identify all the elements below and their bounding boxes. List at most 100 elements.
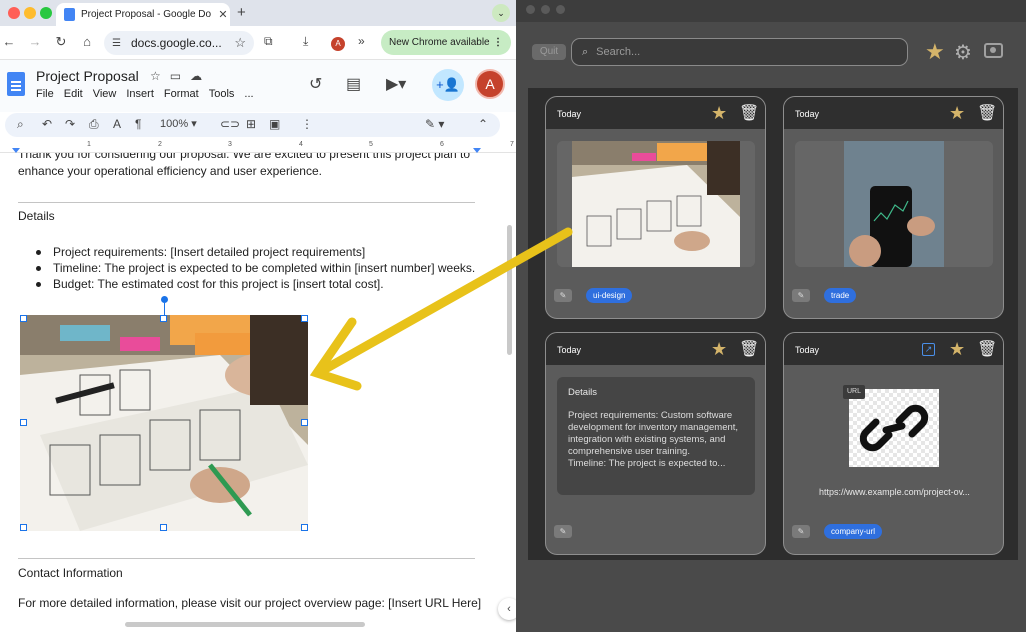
docs-logo-icon[interactable] — [7, 72, 25, 96]
horizontal-scrollbar[interactable] — [125, 622, 365, 627]
resize-handle[interactable] — [20, 524, 27, 531]
meet-icon[interactable]: ▶▾ — [386, 74, 406, 94]
insert-link-icon[interactable]: ⊂⊃ — [220, 117, 240, 131]
clip-card[interactable]: Today ★ 🗑 ✎ trade — [783, 96, 1004, 319]
favorites-star-icon[interactable]: ★ — [925, 39, 945, 65]
menu-view[interactable]: View — [93, 88, 117, 100]
edit-icon[interactable]: ✎ — [554, 289, 572, 302]
text-preview[interactable]: Details Project requirements: Custom sof… — [557, 377, 755, 495]
comments-icon[interactable]: ▤ — [346, 74, 361, 94]
edit-icon[interactable]: ✎ — [792, 289, 810, 302]
zoom-window-button[interactable] — [40, 7, 52, 19]
document-body[interactable]: Thank you for considering our proposal. … — [0, 153, 506, 623]
edit-icon[interactable]: ✎ — [554, 525, 572, 538]
menu-file[interactable]: File — [36, 88, 54, 100]
bullet-text: Budget: The estimated cost for this proj… — [53, 277, 384, 291]
move-folder-icon[interactable]: ▭ — [170, 69, 190, 83]
url-preview[interactable] — [849, 389, 939, 467]
resize-handle[interactable] — [301, 524, 308, 531]
menu-tools[interactable]: Tools — [209, 88, 235, 100]
undo-icon[interactable]: ↶ — [42, 117, 52, 131]
address-bar[interactable]: ☰ docs.google.co... ☆ — [104, 31, 254, 55]
collapse-panel-icon[interactable]: ‹ — [498, 598, 516, 620]
search-menus-icon[interactable]: ⌕ — [17, 117, 24, 132]
redo-icon[interactable]: ↷ — [65, 117, 75, 131]
trash-icon[interactable]: 🗑 — [977, 339, 997, 359]
close-window-button[interactable] — [8, 7, 20, 19]
home-icon[interactable]: ⌂ — [78, 34, 96, 49]
back-icon[interactable]: ← — [0, 34, 18, 49]
downloads-icon[interactable]: ⤓ — [303, 34, 308, 49]
resize-handle[interactable] — [160, 524, 167, 531]
version-history-icon[interactable]: ↺ — [309, 74, 322, 94]
add-person-icon: +👤 — [436, 77, 460, 92]
hide-menus-icon[interactable]: ⌃ — [478, 117, 488, 131]
vertical-scrollbar[interactable] — [507, 225, 512, 355]
close-tab-icon[interactable]: ✕ — [216, 8, 230, 21]
search-placeholder: Search... — [596, 46, 641, 58]
gear-icon[interactable]: ⚙ — [954, 40, 972, 65]
cloud-status-icon[interactable]: ☁ — [190, 69, 211, 83]
clip-card[interactable]: Today ↗ ★ 🗑 URL https://www.example.com/… — [783, 332, 1004, 555]
open-link-icon[interactable]: ↗ — [922, 343, 935, 356]
paint-format-icon[interactable]: ¶ — [135, 117, 141, 131]
quit-button[interactable]: Quit — [532, 44, 566, 60]
more-options-icon[interactable]: ⋮ — [301, 117, 313, 131]
resize-handle[interactable] — [20, 419, 27, 426]
extensions-icon[interactable]: ⧉ — [264, 34, 273, 49]
minimize-window-button[interactable] — [541, 5, 550, 14]
editing-mode-icon[interactable]: ✎ ▾ — [425, 117, 444, 131]
trash-icon[interactable]: 🗑 — [739, 339, 759, 359]
menu-more[interactable]: ... — [244, 88, 253, 100]
new-tab-button[interactable]: + — [237, 4, 246, 21]
more-extensions-icon[interactable]: » — [358, 34, 365, 48]
star-icon[interactable]: ★ — [949, 339, 965, 360]
site-settings-icon[interactable]: ☰ — [112, 38, 121, 49]
insert-image-icon[interactable]: ▣ — [269, 117, 280, 131]
screenshot-icon[interactable] — [984, 43, 1003, 58]
reload-icon[interactable]: ↻ — [52, 34, 70, 50]
trash-icon[interactable]: 🗑 — [977, 103, 997, 123]
star-icon[interactable]: ☆ — [150, 69, 170, 83]
share-button[interactable]: +👤 — [432, 69, 464, 101]
star-icon[interactable]: ★ — [711, 339, 727, 360]
contact-heading: Contact Information — [18, 566, 123, 580]
clip-card[interactable]: Today ★ 🗑 ✎ ui-design — [545, 96, 766, 319]
tag-chip[interactable]: company-url — [824, 524, 883, 539]
resize-handle[interactable] — [20, 315, 27, 322]
star-icon[interactable]: ★ — [711, 103, 727, 124]
resize-handle[interactable] — [301, 315, 308, 322]
menu-insert[interactable]: Insert — [126, 88, 154, 100]
search-field[interactable]: ⌕ Search... — [571, 38, 908, 66]
rotate-handle[interactable] — [161, 296, 168, 303]
star-icon[interactable]: ★ — [949, 103, 965, 124]
trash-icon[interactable]: 🗑 — [739, 103, 759, 123]
zoom-select[interactable]: 100% ▾ — [160, 117, 197, 130]
add-comment-icon[interactable]: ⊞ — [246, 117, 256, 131]
spellcheck-icon[interactable]: A — [113, 117, 121, 131]
tab-search-button[interactable]: ⌄ — [492, 4, 510, 22]
menu-format[interactable]: Format — [164, 88, 199, 100]
browser-tab[interactable]: Project Proposal - Google Do ✕ — [56, 3, 230, 26]
account-avatar[interactable]: A — [475, 69, 505, 99]
zoom-window-button[interactable] — [556, 5, 565, 14]
resize-handle[interactable] — [160, 315, 167, 322]
document-title[interactable]: Project Proposal — [36, 68, 139, 84]
bookmark-star-icon[interactable]: ☆ — [234, 35, 246, 51]
print-icon[interactable]: ⎙ — [89, 117, 99, 132]
edit-icon[interactable]: ✎ — [792, 525, 810, 538]
image-preview[interactable] — [795, 141, 993, 267]
minimize-window-button[interactable] — [24, 7, 36, 19]
inserted-image[interactable] — [20, 315, 308, 531]
update-chrome-button[interactable]: New Chrome available ⋮ — [381, 30, 511, 55]
ruler-tick: 5 — [369, 141, 373, 148]
profile-avatar[interactable]: A — [331, 37, 345, 51]
tag-chip[interactable]: trade — [824, 288, 857, 303]
tag-chip[interactable]: ui-design — [586, 288, 633, 303]
image-preview[interactable] — [557, 141, 755, 267]
resize-handle[interactable] — [301, 419, 308, 426]
clip-card[interactable]: Today ★ 🗑 Details Project requirements: … — [545, 332, 766, 555]
close-window-button[interactable] — [526, 5, 535, 14]
forward-icon[interactable]: → — [26, 34, 44, 49]
menu-edit[interactable]: Edit — [64, 88, 83, 100]
